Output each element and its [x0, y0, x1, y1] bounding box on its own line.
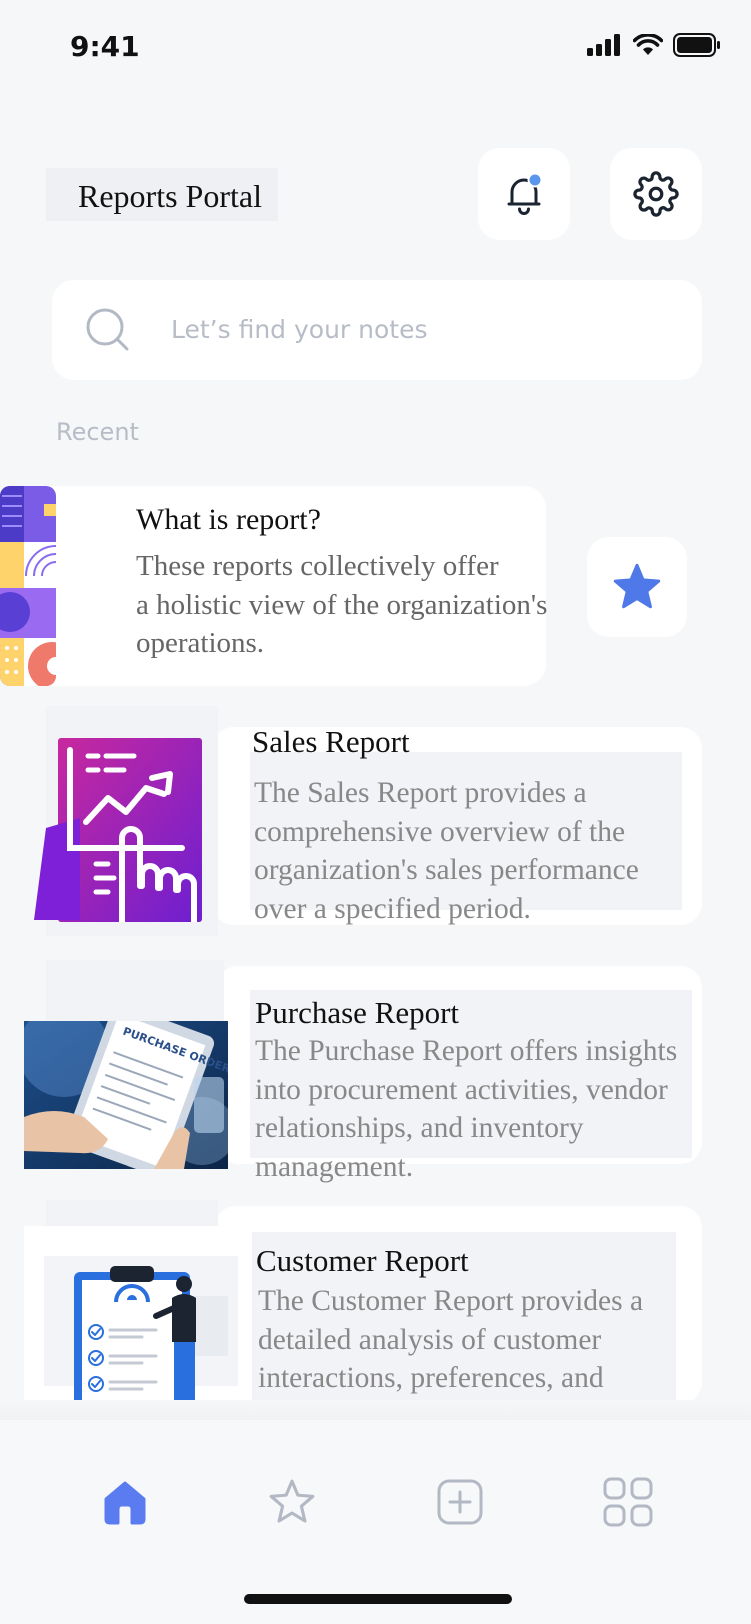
featured-title: What is report? — [136, 503, 321, 536]
home-indicator — [244, 1594, 512, 1604]
grid-icon — [603, 1477, 653, 1527]
notifications-button[interactable] — [478, 148, 570, 240]
report-description-purchase: The Purchase Report offers insights into… — [255, 1035, 678, 1183]
nav-add[interactable] — [432, 1474, 488, 1530]
thumb-backdrop — [46, 960, 224, 1024]
nav-home[interactable] — [97, 1474, 153, 1530]
nav-favorites[interactable] — [264, 1474, 320, 1530]
status-icons — [587, 33, 721, 57]
search-input[interactable]: Let’s find your notes — [171, 315, 428, 344]
battery-icon — [673, 33, 720, 57]
sales-chart-icon — [34, 738, 202, 922]
nav-menu[interactable] — [600, 1474, 656, 1530]
report-description-sales: The Sales Report provides a comprehensiv… — [254, 777, 639, 925]
section-label-recent: Recent — [56, 418, 139, 446]
settings-button[interactable] — [610, 148, 702, 240]
purchase-order-image: PURCHASE ORDER — [24, 1021, 228, 1169]
star-icon — [269, 1479, 315, 1523]
add-icon — [437, 1479, 483, 1525]
star-icon — [613, 563, 661, 609]
bell-icon — [507, 172, 543, 215]
page-title: Reports Portal — [78, 178, 262, 214]
gear-icon — [633, 171, 679, 217]
home-icon — [104, 1481, 146, 1525]
report-title-purchase: Purchase Report — [255, 995, 460, 1030]
favorite-button[interactable] — [587, 537, 687, 637]
status-time: 9:41 — [70, 30, 140, 63]
report-title-customer: Customer Report — [256, 1243, 469, 1278]
report-title-sales: Sales Report — [252, 724, 410, 759]
signal-icon — [587, 34, 620, 56]
pattern-thumbnail — [0, 486, 56, 686]
search-icon — [86, 308, 129, 351]
wifi-icon — [633, 34, 663, 55]
featured-description: These reports collectively offer a holis… — [136, 550, 548, 659]
